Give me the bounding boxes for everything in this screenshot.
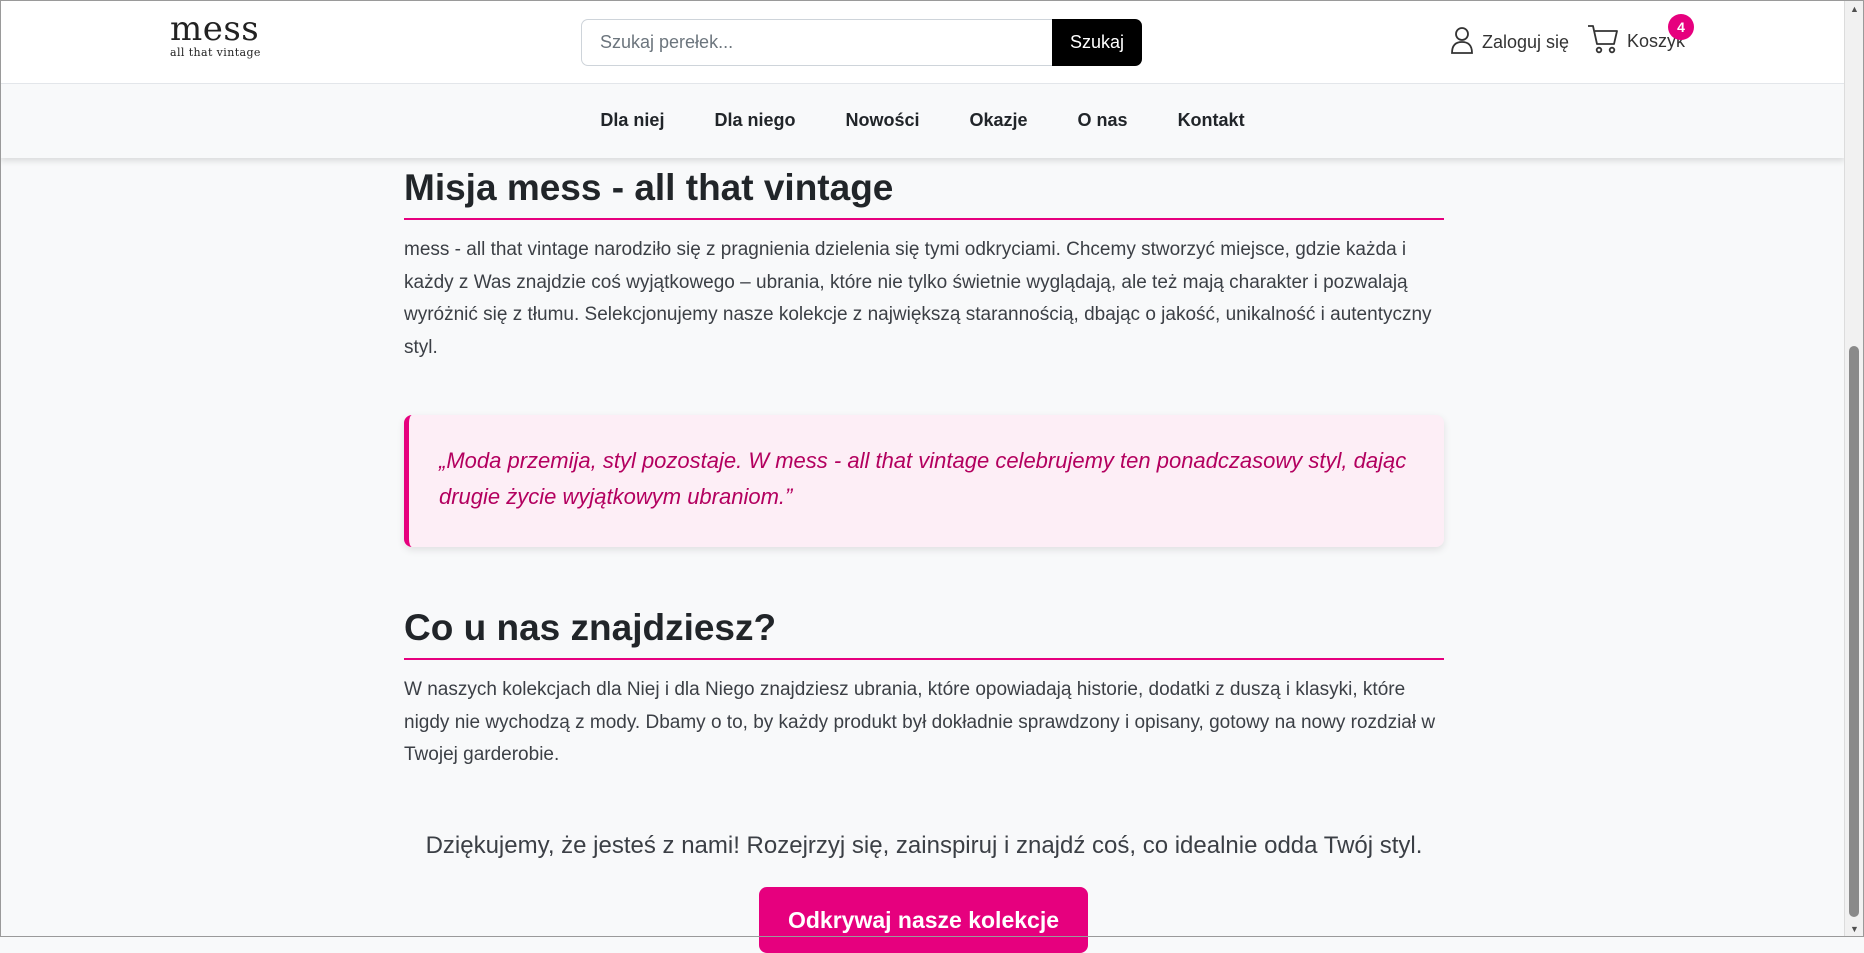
scrollbar-thumb[interactable] xyxy=(1849,346,1859,917)
search-form: Szukaj xyxy=(581,19,1142,66)
nav-item-o-nas[interactable]: O nas xyxy=(1053,110,1153,131)
nav-item-kontakt[interactable]: Kontakt xyxy=(1153,110,1270,131)
offer-paragraph: W naszych kolekcjach dla Niej i dla Nieg… xyxy=(404,679,1436,765)
thanks-text: Dziękujemy, że jesteś z nami! Rozejrzyj … xyxy=(425,832,1423,859)
mission-paragraph: mess - all that vintage narodziło się z … xyxy=(404,239,1432,358)
user-icon xyxy=(1450,26,1474,59)
vertical-scrollbar[interactable]: ▲ ▼ xyxy=(1844,0,1864,937)
quote-text: „Moda przemija, styl pozostaje. W mess -… xyxy=(439,448,1407,509)
main-nav: Dla niej Dla niego Nowości Okazje O nas … xyxy=(0,83,1845,158)
nav-item-dla-niej[interactable]: Dla niej xyxy=(575,110,689,131)
logo-main-text: mess xyxy=(170,9,260,49)
login-link[interactable]: Zaloguj się xyxy=(1450,26,1569,59)
site-header: mess all that vintage Szukaj Zaloguj się… xyxy=(0,0,1845,84)
logo-tagline: all that vintage xyxy=(170,46,261,59)
search-input[interactable] xyxy=(581,19,1053,66)
scroll-up-arrow-icon[interactable]: ▲ xyxy=(1845,0,1864,17)
login-label: Zaloguj się xyxy=(1482,32,1570,52)
cart-count-badge: 4 xyxy=(1668,14,1694,40)
search-button[interactable]: Szukaj xyxy=(1052,19,1142,66)
mission-heading: Misja mess - all that vintage xyxy=(404,164,1444,220)
nav-item-dla-niego[interactable]: Dla niego xyxy=(689,110,820,131)
nav-item-okazje[interactable]: Okazje xyxy=(944,110,1052,131)
explore-collections-button[interactable]: Odkrywaj nasze kolekcje xyxy=(759,887,1088,953)
logo[interactable]: mess all that vintage xyxy=(170,12,261,59)
nav-item-nowosci[interactable]: Nowości xyxy=(820,110,944,131)
quote-box: „Moda przemija, styl pozostaje. W mess -… xyxy=(404,415,1444,547)
offer-heading: Co u nas znajdziesz? xyxy=(404,604,1444,660)
scroll-down-arrow-icon[interactable]: ▼ xyxy=(1845,920,1864,937)
cart-icon xyxy=(1587,24,1619,59)
